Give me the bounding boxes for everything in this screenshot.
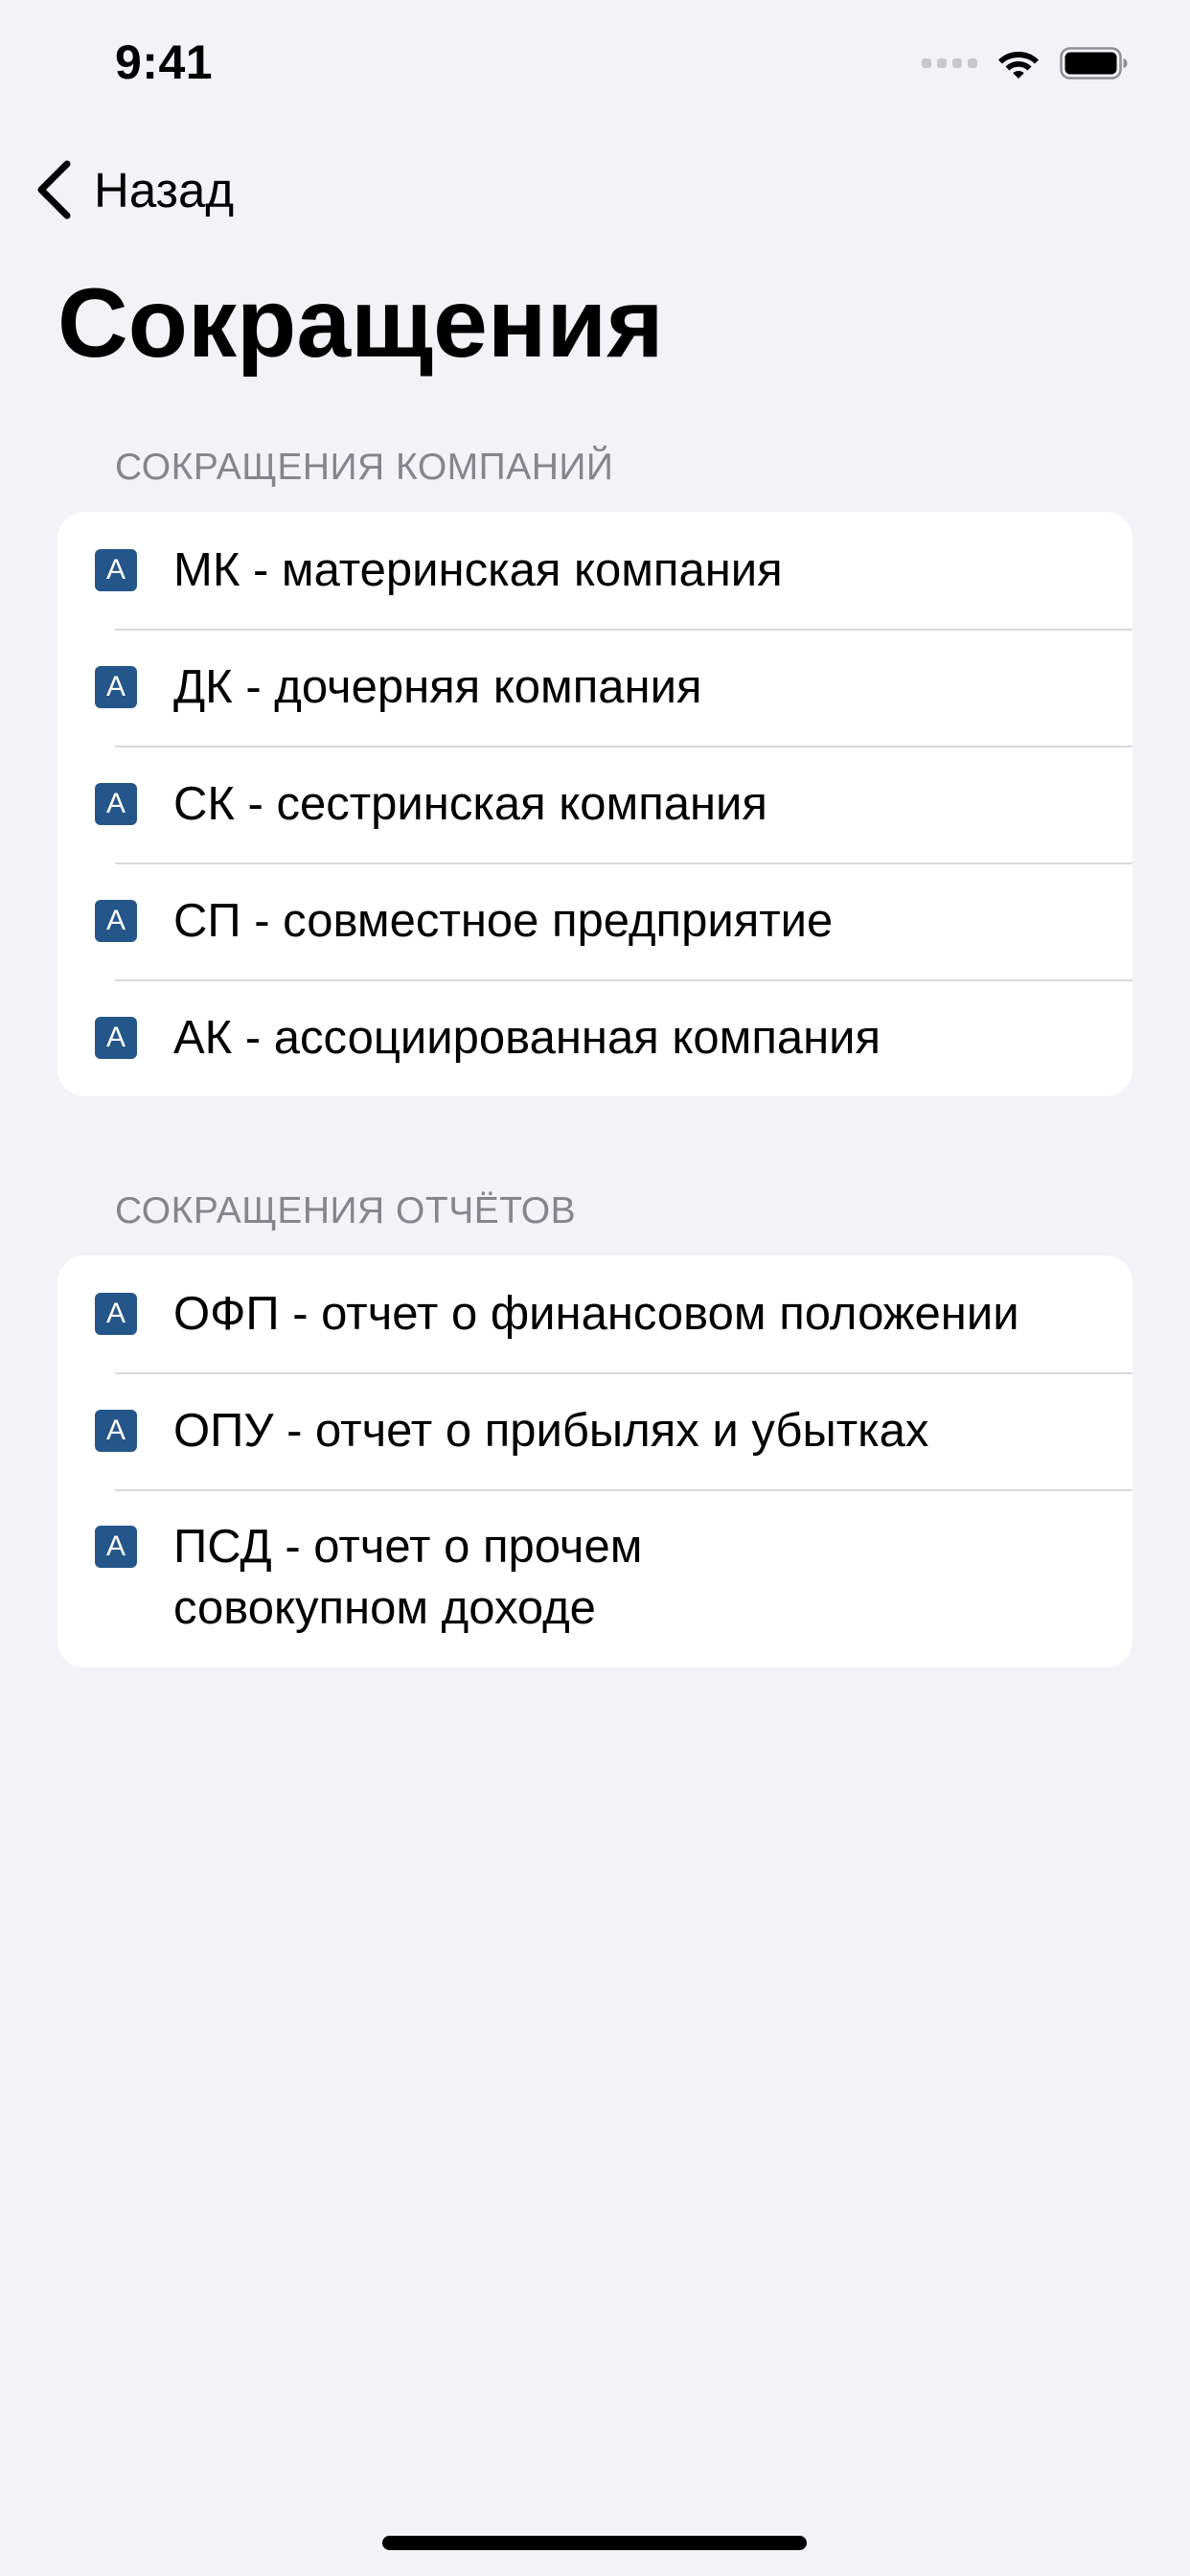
list-item[interactable]: A АК - ассоциированная компания — [57, 979, 1133, 1096]
list-item-label: СП - совместное предприятие — [173, 895, 834, 947]
cellular-signal-icon — [922, 58, 977, 68]
page-title: Сокращения — [57, 268, 664, 378]
list-item[interactable]: A МК - материнская компания — [57, 512, 1133, 629]
battery-icon — [1060, 47, 1128, 80]
abbreviation-icon: A — [95, 1293, 137, 1335]
home-indicator[interactable] — [382, 2536, 807, 2550]
list-item[interactable]: A СК - сестринская компания — [57, 746, 1133, 862]
chevron-left-icon — [37, 160, 71, 219]
list-item[interactable]: A СП - совместное предприятие — [57, 862, 1133, 979]
abbreviation-icon: A — [95, 666, 137, 708]
back-button[interactable]: Назад — [34, 153, 234, 226]
companies-list: A МК - материнская компания A ДК - дочер… — [57, 512, 1133, 1096]
list-item-label: АК - ассоциированная компания — [173, 1012, 881, 1064]
list-item-label: ОФП - отчет о финансовом положении — [173, 1288, 1019, 1340]
back-button-label: Назад — [94, 162, 235, 218]
abbreviation-icon: A — [95, 1410, 137, 1452]
reports-list: A ОФП - отчет о финансовом положении A О… — [57, 1255, 1133, 1668]
list-item-label: ПСД - отчет о прочем совокупном доходе — [173, 1521, 643, 1634]
list-item[interactable]: A ДК - дочерняя компания — [57, 629, 1133, 746]
abbreviation-icon: A — [95, 1017, 137, 1059]
list-item[interactable]: A ОПУ - отчет о прибылях и убытках — [57, 1372, 1133, 1489]
abbreviation-icon: A — [95, 1526, 137, 1568]
list-item-label: МК - материнская компания — [173, 544, 783, 596]
list-item-label: ОПУ - отчет о прибылях и убытках — [173, 1405, 929, 1457]
section-header-reports: Сокращения отчётов — [115, 1190, 577, 1231]
abbreviation-icon: A — [95, 783, 137, 825]
list-item-label: ДК - дочерняя компания — [173, 661, 702, 713]
wifi-icon — [998, 52, 1039, 79]
abbreviation-icon: A — [95, 900, 137, 942]
section-header-companies: Сокращения компаний — [115, 447, 614, 488]
abbreviation-icon: A — [95, 549, 137, 591]
status-indicators — [922, 44, 1129, 82]
list-item-label: СК - сестринская компания — [173, 778, 767, 830]
list-item[interactable]: A ОФП - отчет о финансовом положении — [57, 1255, 1133, 1372]
list-item[interactable]: A ПСД - отчет о прочем совокупном доходе — [57, 1489, 1133, 1668]
status-time: 9:41 — [115, 35, 214, 89]
status-bar: 9:41 — [0, 0, 1190, 126]
